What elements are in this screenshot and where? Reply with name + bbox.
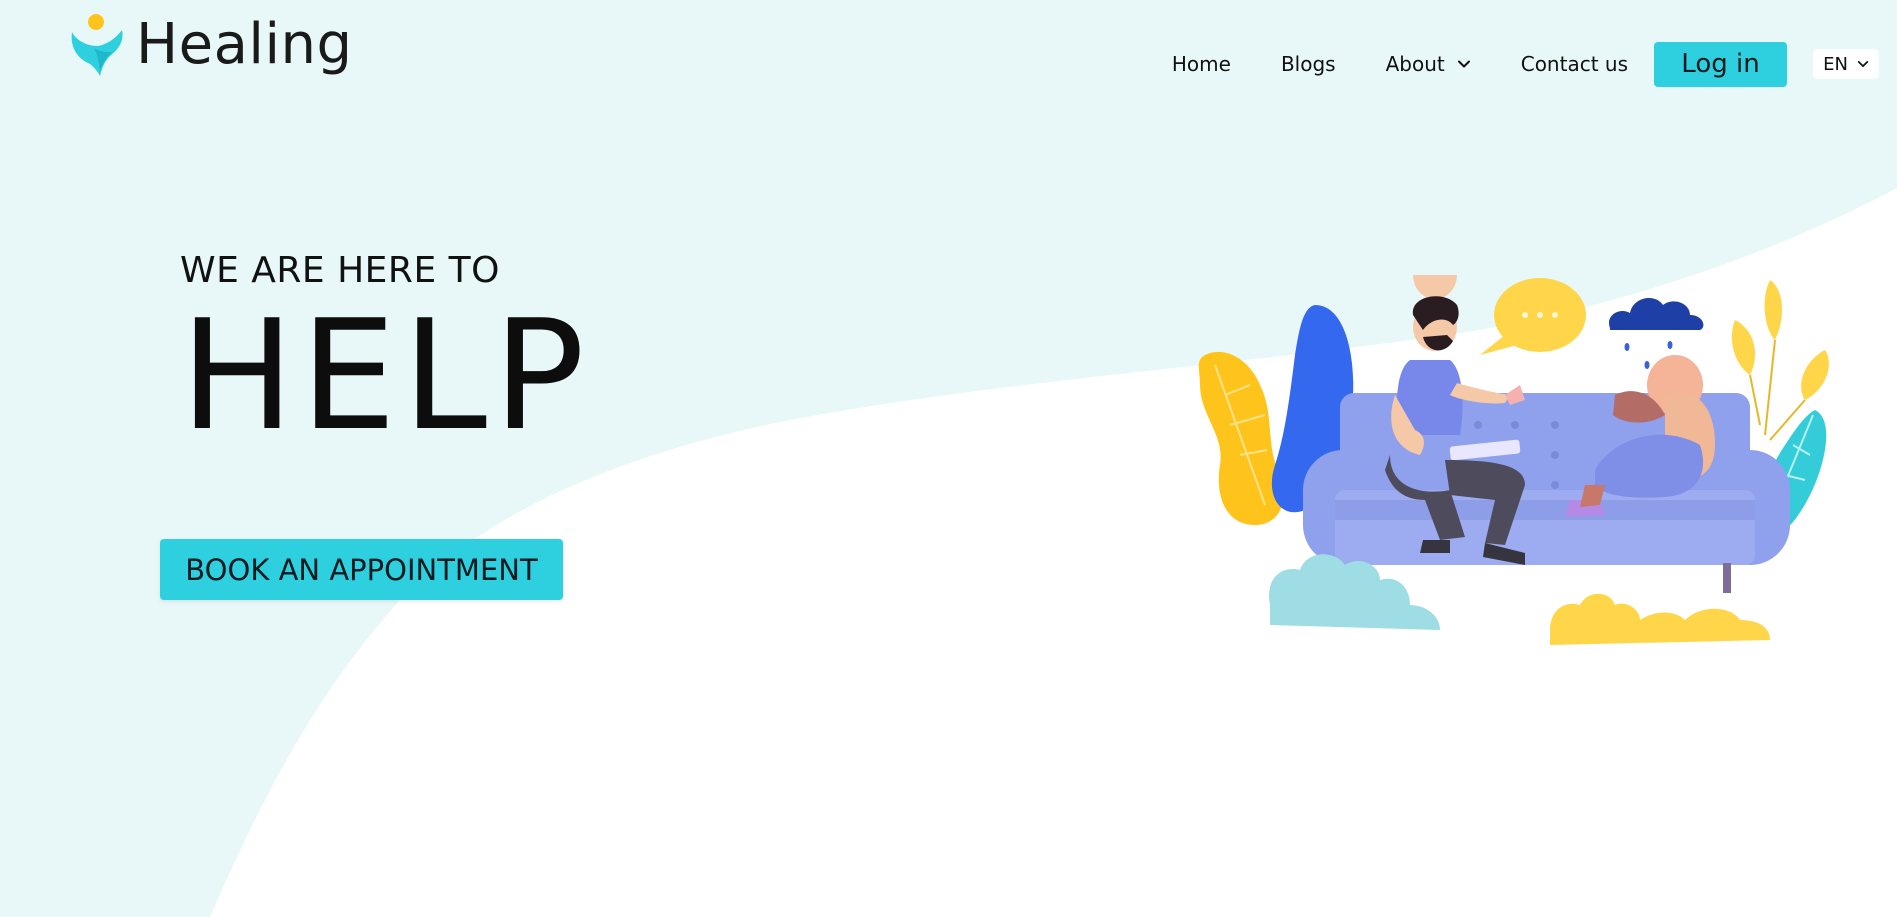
hero-title: HELP	[180, 287, 591, 464]
hero-subtitle: WE ARE HERE TO	[180, 250, 500, 291]
logo[interactable]: Healing	[68, 12, 353, 76]
healing-logo-icon	[71, 14, 123, 76]
login-button[interactable]: Log in	[1654, 41, 1787, 87]
nav-home[interactable]: Home	[1172, 52, 1231, 76]
nav-contact[interactable]: Contact us	[1521, 52, 1628, 76]
nav-about-label: About	[1385, 52, 1445, 76]
nav-blogs[interactable]: Blogs	[1281, 52, 1336, 76]
nav-about-dropdown[interactable]: About	[1386, 52, 1471, 76]
language-value: EN	[1823, 53, 1848, 75]
main-nav: Home Blogs About Contact us Log in EN	[1172, 41, 1879, 87]
book-appointment-button[interactable]: BOOK AN APPOINTMENT	[160, 539, 563, 600]
nav-blogs-label: Blogs	[1280, 52, 1336, 76]
chevron-down-icon	[1457, 60, 1470, 68]
therapy-session-illustration	[1198, 275, 1829, 645]
brand-name: Healing	[136, 12, 353, 77]
nav-home-label: Home	[1171, 52, 1231, 76]
site-header: Healing Home Blogs About Contact us Log …	[0, 0, 1897, 110]
language-select[interactable]: EN	[1813, 49, 1879, 79]
chevron-down-icon	[1857, 61, 1869, 67]
nav-contact-label: Contact us	[1520, 52, 1628, 76]
